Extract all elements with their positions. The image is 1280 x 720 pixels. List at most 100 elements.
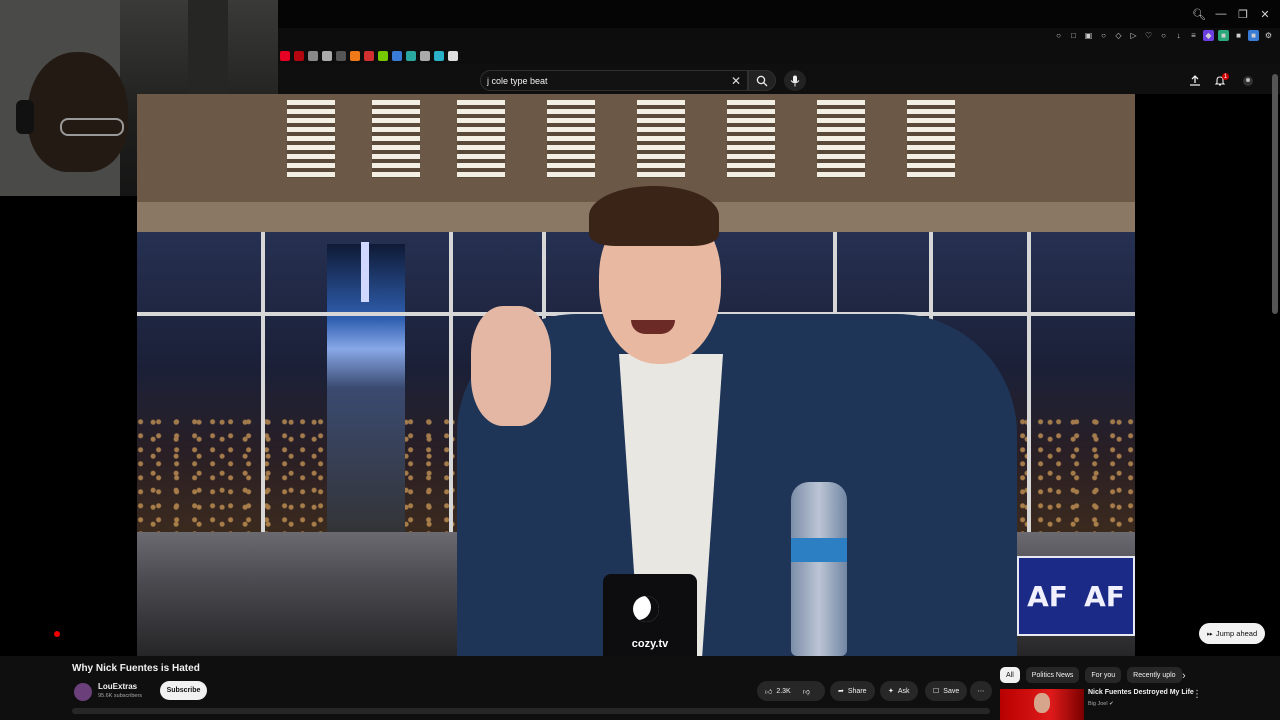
bookmark-icon[interactable]: [350, 51, 360, 61]
window-frame: [261, 232, 265, 532]
headset-icon: [16, 100, 34, 134]
window-frame: [449, 232, 453, 532]
search-button[interactable]: [748, 70, 776, 91]
bookmark-icon[interactable]: [308, 51, 318, 61]
bookmark-icon[interactable]: [434, 51, 444, 61]
thumbs-down-icon[interactable]: 👎︎: [803, 687, 810, 696]
subscribe-button[interactable]: Subscribe: [160, 681, 207, 700]
upload-button[interactable]: [1186, 72, 1204, 90]
window-frame: [1027, 232, 1031, 532]
streamer-head: [28, 52, 128, 172]
restore-icon[interactable]: ❐: [1234, 5, 1252, 23]
play-icon[interactable]: ▷: [1128, 30, 1139, 41]
save-label: Save: [943, 687, 960, 695]
bookmark-icon[interactable]: [336, 51, 346, 61]
browser-title-bar: 🔍︎ — ❐ ✕: [278, 0, 1280, 28]
recommended-thumbnail[interactable]: [1000, 689, 1084, 720]
more-actions-button[interactable]: ⋯: [970, 681, 992, 701]
account-avatar[interactable]: [1239, 72, 1257, 90]
like-dislike-button[interactable]: 👍︎ 2.3K 👎︎: [757, 681, 825, 701]
water-bottle: [791, 482, 847, 656]
subscriber-count: 95.6K subscribers: [98, 693, 143, 699]
ceiling-light: [287, 100, 335, 178]
youtube-header: [278, 64, 1280, 94]
like-count: 2.3K: [776, 687, 791, 695]
bookmark-icon[interactable]: [392, 51, 402, 61]
more-vertical-icon[interactable]: ⋮: [1192, 689, 1202, 700]
sparkle-icon: ✦: [888, 688, 894, 695]
minimize-icon[interactable]: —: [1212, 5, 1230, 23]
search-input[interactable]: j cole type beat ✕: [480, 70, 748, 91]
chip-politics-news[interactable]: Politics News: [1025, 667, 1080, 683]
ceiling-light: [547, 100, 595, 178]
chevron-right-icon[interactable]: ›: [1182, 670, 1186, 682]
bookmark-icon[interactable]: [294, 51, 304, 61]
extension-icon[interactable]: ■: [1233, 30, 1244, 41]
save-button[interactable]: ☐ Save: [925, 681, 968, 701]
download-icon[interactable]: ↓: [1173, 30, 1184, 41]
bookmark-icon[interactable]: [448, 51, 458, 61]
avatar-icon: [1243, 76, 1253, 86]
camera-icon[interactable]: ▣: [1083, 30, 1094, 41]
upload-icon: [1190, 75, 1200, 86]
extensions-row: ○ □ ▣ ○ ◇ ▷ ♡ ○ ↓ ≡ ◆ ■ ■ ■ ⚙: [1053, 30, 1274, 41]
mug-text: cozy.tv: [631, 638, 669, 650]
clear-search-icon[interactable]: ✕: [731, 74, 741, 88]
extension-icon[interactable]: ■: [1248, 30, 1259, 41]
sign-text-left: AF: [1027, 579, 1068, 613]
bookmark-icon[interactable]: [280, 51, 290, 61]
close-window-icon[interactable]: ✕: [1256, 5, 1274, 23]
shield-icon[interactable]: ○: [1158, 30, 1169, 41]
search-tabs-icon[interactable]: 🔍︎: [1190, 5, 1208, 23]
microphone-icon: [790, 75, 800, 86]
jump-ahead-label: Jump ahead: [1215, 629, 1258, 638]
thumbs-up-icon[interactable]: 👍︎: [765, 687, 772, 696]
page-scrollbar[interactable]: [1272, 74, 1278, 314]
tower-spire: [361, 242, 369, 302]
recommended-channel-name: Big Joel: [1088, 701, 1108, 707]
desk-sign: AF AF: [1017, 556, 1135, 636]
video-player[interactable]: cozy.tv AF AF: [137, 94, 1135, 656]
ceiling-light: [907, 100, 955, 178]
presenter-hair: [589, 186, 719, 246]
chip-recently-uploaded[interactable]: Recently uplo: [1127, 667, 1182, 683]
ceiling-light: [817, 100, 865, 178]
jump-ahead-button[interactable]: ⏩︎ Jump ahead: [1199, 623, 1265, 644]
chip-all[interactable]: All: [1000, 667, 1020, 683]
bookmark-icon[interactable]: [378, 51, 388, 61]
recommended-title[interactable]: Nick Fuentes Destroyed My Life: [1088, 689, 1194, 696]
content-placeholder-bar: [72, 708, 990, 714]
extension-icon[interactable]: ○: [1053, 30, 1064, 41]
extension-icon[interactable]: ■: [1218, 30, 1229, 41]
bookmark-icon[interactable]: [322, 51, 332, 61]
heart-icon[interactable]: ♡: [1143, 30, 1154, 41]
share-icon: ➦: [838, 688, 844, 695]
extension-icon[interactable]: ○: [1098, 30, 1109, 41]
voice-search-button[interactable]: [784, 70, 806, 91]
ask-label: Ask: [897, 687, 910, 695]
ceiling-light: [637, 100, 685, 178]
recommended-channel[interactable]: Big Joel ✔: [1088, 701, 1114, 707]
verified-icon: ✔: [1109, 701, 1114, 707]
bookmark-icon[interactable]: [420, 51, 430, 61]
more-horizontal-icon: ⋯: [977, 688, 985, 695]
moon-logo-icon: [633, 596, 659, 622]
search-query[interactable]: j cole type beat: [487, 76, 731, 86]
glasses: [60, 118, 124, 136]
share-button[interactable]: ➦ Share: [830, 681, 875, 701]
extension-icon[interactable]: ◆: [1203, 30, 1214, 41]
chip-for-you[interactable]: For you: [1085, 667, 1122, 683]
window-controls: 🔍︎ — ❐ ✕: [1190, 0, 1280, 28]
menu-icon[interactable]: ≡: [1188, 30, 1199, 41]
ceiling-light: [727, 100, 775, 178]
filter-chips: All Politics News For you Recently uplo: [1000, 667, 1182, 683]
bookmark-icon[interactable]: [406, 51, 416, 61]
extension-icon[interactable]: ◇: [1113, 30, 1124, 41]
ask-button[interactable]: ✦ Ask: [880, 681, 918, 701]
channel-avatar[interactable]: [74, 683, 92, 701]
ceiling-light: [457, 100, 505, 178]
channel-name[interactable]: LouExtras: [98, 682, 137, 691]
bookmark-icon[interactable]: [364, 51, 374, 61]
extension-icon[interactable]: □: [1068, 30, 1079, 41]
settings-icon[interactable]: ⚙: [1263, 30, 1274, 41]
